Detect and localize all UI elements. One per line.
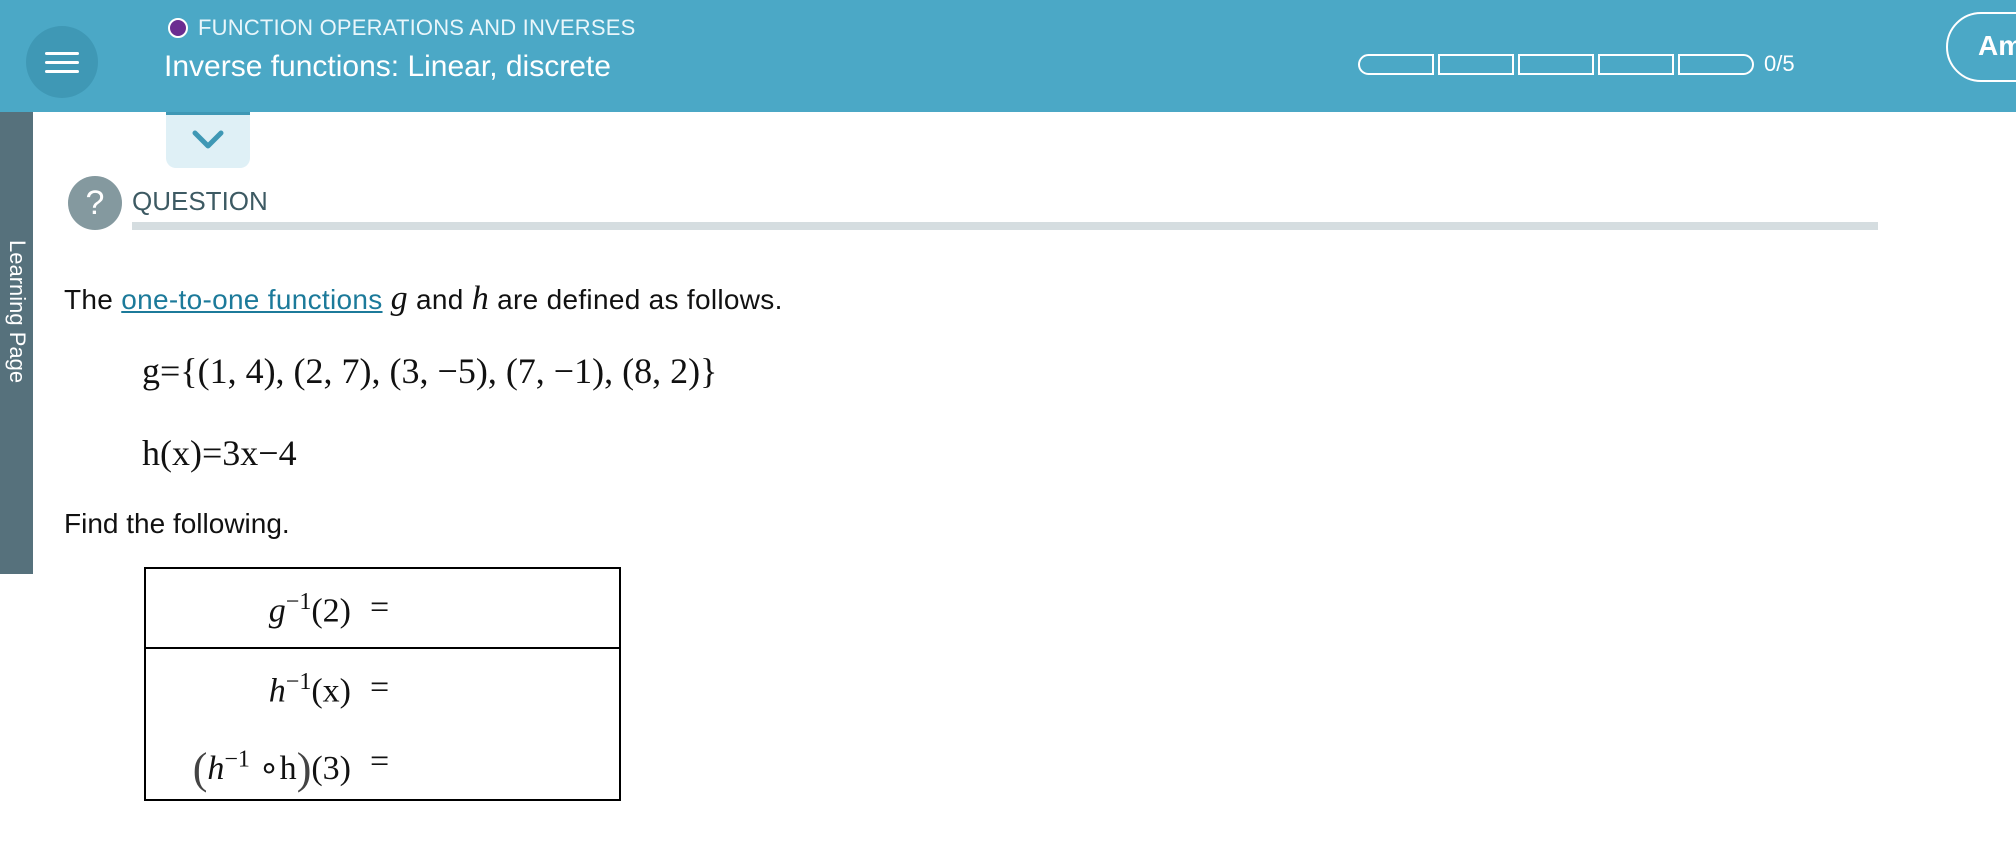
- var-g: g: [390, 280, 408, 317]
- progress-segment: [1438, 53, 1514, 75]
- intro-after: are defined as follows.: [497, 284, 783, 315]
- expr-arg: (3): [311, 750, 351, 787]
- intro-and: and: [416, 284, 464, 315]
- top-bar: FUNCTION OPERATIONS AND INVERSES Inverse…: [0, 0, 2016, 112]
- expr-sup: −1: [285, 669, 312, 695]
- progress-count: 0/5: [1764, 51, 1795, 76]
- expression: (h−1 ∘h)(3): [193, 743, 351, 794]
- expression: h−1(x): [269, 669, 351, 710]
- progress-segment: [1518, 53, 1594, 75]
- answer-row: h−1(x) =: [146, 649, 619, 723]
- find-instruction: Find the following.: [64, 508, 290, 539]
- paren-open: (: [192, 744, 208, 793]
- expr-sup: −1: [285, 589, 312, 615]
- learning-page-label: Learning Page: [5, 240, 30, 384]
- expr-composition: ∘h: [258, 750, 297, 787]
- glossary-link[interactable]: one-to-one functions: [121, 284, 382, 315]
- g-definition: g={(1, 4), (2, 7), (3, −5), (7, −1), (8,…: [142, 351, 718, 391]
- topic-label: FUNCTION OPERATIONS AND INVERSES: [198, 15, 636, 40]
- expr-main: h: [268, 672, 286, 710]
- answer-input-h-inverse[interactable]: [402, 663, 606, 711]
- equals-sign: =: [370, 589, 390, 626]
- var-h: h: [471, 280, 490, 317]
- learning-page-tab-notch: [0, 537, 33, 569]
- question-icon: ?: [68, 176, 122, 230]
- paren-close: ): [296, 744, 312, 793]
- hamburger-icon-line: [45, 70, 79, 73]
- topic-heading: FUNCTION OPERATIONS AND INVERSES: [168, 15, 636, 41]
- lesson-title: Inverse functions: Linear, discrete: [164, 50, 611, 83]
- equals-sign: =: [370, 669, 390, 706]
- learning-page-tab[interactable]: Learning Page: [0, 112, 33, 574]
- progress-segment: [1598, 53, 1674, 75]
- equals-sign: =: [370, 743, 390, 780]
- account-button[interactable]: Am: [1946, 12, 2016, 82]
- collapse-toggle[interactable]: [166, 112, 250, 168]
- h-definition: h(x)=3x−4: [142, 433, 297, 473]
- topic-dot-icon: [168, 18, 188, 38]
- expr-arg: (2): [311, 592, 351, 630]
- answer-row: (h−1 ∘h)(3) =: [146, 723, 619, 799]
- menu-button[interactable]: [26, 26, 98, 98]
- question-label: QUESTION: [132, 186, 268, 216]
- intro-text: The: [64, 284, 114, 315]
- expr-main: g: [268, 592, 286, 630]
- progress-segment: [1678, 53, 1754, 75]
- hamburger-icon: [45, 52, 79, 55]
- progress-segment: [1358, 53, 1434, 75]
- chevron-down-icon: [192, 130, 224, 149]
- answer-input-composition[interactable]: [402, 737, 606, 785]
- hamburger-icon-line: [45, 61, 79, 64]
- progress-bar: 0/5: [1358, 51, 1795, 77]
- question-divider: [132, 222, 1878, 230]
- expr-sup: −1: [224, 746, 250, 773]
- answer-table: g−1(2) = h−1(x) = (h−1 ∘h)(3) =: [144, 567, 621, 801]
- problem-statement: The one-to-one functions g and h are def…: [64, 280, 783, 318]
- expr-main: h: [207, 750, 225, 787]
- expr-arg: (x): [311, 672, 351, 710]
- answer-row: g−1(2) =: [146, 569, 619, 649]
- answer-input-g-inverse[interactable]: [402, 583, 606, 631]
- expression: g−1(2): [269, 589, 351, 630]
